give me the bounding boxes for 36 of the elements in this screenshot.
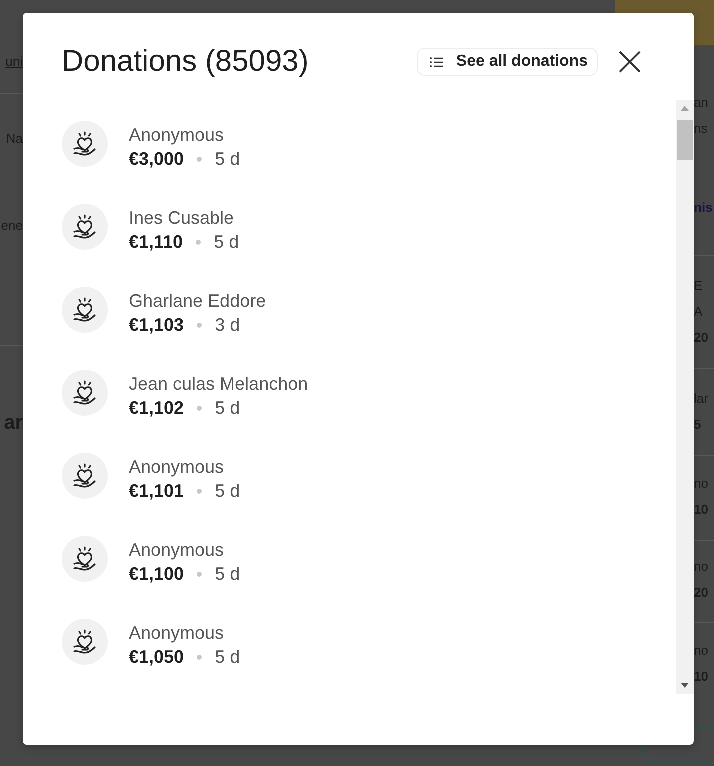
donation-time: 5 d <box>215 397 240 420</box>
donor-name: Ines Cusable <box>129 207 234 230</box>
separator-dot-icon <box>197 322 202 328</box>
donor-name: Jean culas Melanchon <box>129 373 308 396</box>
donation-amount: €1,050 <box>129 646 184 669</box>
donation-time: 5 d <box>214 231 240 254</box>
scrollbar-thumb[interactable] <box>677 120 693 160</box>
donation-time: 3 d <box>215 314 240 337</box>
donation-time: 5 d <box>215 646 240 669</box>
list-icon <box>430 56 444 68</box>
donor-name: Gharlane Eddore <box>129 290 266 313</box>
donor-name: Anonymous <box>129 539 224 562</box>
dialog-title: Donations (85093) <box>62 45 309 79</box>
separator-dot-icon <box>197 654 202 660</box>
separator-dot-icon <box>197 488 202 494</box>
donation-amount: €1,102 <box>129 397 184 420</box>
scroll-down-arrow-icon[interactable] <box>681 683 689 688</box>
donation-amount: €1,110 <box>129 231 184 254</box>
donation-time: 5 d <box>215 148 240 171</box>
scroll-up-arrow-icon[interactable] <box>681 106 689 111</box>
donor-name: Anonymous <box>129 124 224 147</box>
donor-name: Anonymous <box>129 622 224 645</box>
donation-amount: €1,103 <box>129 314 184 337</box>
donor-name: Anonymous <box>129 456 224 479</box>
donation-amount: €1,101 <box>129 480 184 503</box>
separator-dot-icon <box>197 406 202 410</box>
close-icon <box>619 51 641 73</box>
scrollbar[interactable] <box>676 100 694 694</box>
see-all-donations-button[interactable]: See all donations <box>417 48 598 76</box>
separator-dot-icon <box>196 240 202 244</box>
donation-time: 5 d <box>215 563 240 586</box>
separator-dot-icon <box>197 156 202 162</box>
separator-dot-icon <box>197 572 202 576</box>
donation-amount: €1,100 <box>129 563 184 586</box>
donation-time: 5 d <box>215 480 240 503</box>
donation-amount: €3,000 <box>129 148 184 171</box>
